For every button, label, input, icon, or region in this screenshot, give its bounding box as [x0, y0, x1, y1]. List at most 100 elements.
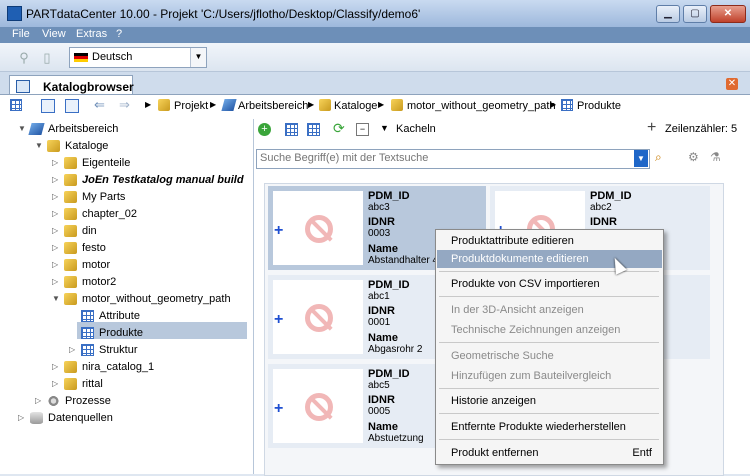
collapse-icon[interactable]: − [356, 123, 369, 136]
idnr-label: IDNR [368, 216, 395, 228]
filter-icon[interactable]: ⚗ [710, 150, 721, 164]
menu-separator [439, 439, 659, 440]
expand-plus-icon[interactable]: + [274, 311, 283, 329]
app-icon [7, 6, 22, 21]
tree-item-label: Prozesse [65, 395, 111, 407]
pdm-label: PDM_ID [368, 279, 410, 291]
breadcrumb-separator-icon: ▶ [378, 100, 385, 109]
expand-arrow-icon[interactable]: ▷ [52, 209, 61, 218]
breadcrumb-arbeitsbereich[interactable]: Arbeitsbereich [238, 100, 308, 112]
tree-toggle-icon[interactable] [10, 99, 22, 111]
browser-icon [16, 80, 30, 93]
back-icon[interactable]: ⇐ [94, 97, 105, 113]
tree-item-label: festo [82, 242, 106, 254]
catalog-icon [319, 99, 331, 111]
tree-item-label: motor2 [82, 276, 117, 288]
breadcrumb-separator-icon: ▶ [550, 100, 557, 109]
tab-katalogbrowser[interactable]: Katalogbrowser [9, 75, 134, 96]
menu-separator [439, 296, 659, 297]
close-tab-icon[interactable]: ✕ [726, 78, 738, 90]
search-dropdown-icon[interactable]: ▼ [634, 150, 648, 167]
menu-item-label: Entfernte Produkte wiederherstellen [451, 421, 626, 433]
close-button[interactable]: ✕ [710, 5, 746, 23]
menu-item-produkt-entfernen[interactable]: Produkt entfernen Entf [437, 444, 662, 462]
menu-separator [439, 271, 659, 272]
expand-arrow-icon[interactable]: ▷ [52, 243, 61, 252]
expand-arrow-icon[interactable]: ▷ [52, 362, 61, 371]
expand-arrow-icon[interactable]: ▷ [52, 379, 61, 388]
document-icon[interactable]: ▯ [38, 50, 56, 66]
search-input[interactable] [257, 150, 630, 166]
view-mode-chevron-icon[interactable]: ▼ [380, 123, 389, 133]
no-image-icon [305, 304, 333, 332]
breadcrumb-produkte[interactable]: Produkte [577, 100, 621, 112]
collapse-arrow-icon[interactable]: ▼ [35, 141, 44, 150]
split-view-icon[interactable] [65, 99, 79, 113]
expand-arrow-icon[interactable]: ▷ [35, 396, 44, 405]
link-icon[interactable]: ⚲ [15, 50, 33, 66]
collapse-arrow-icon[interactable]: ▼ [18, 124, 27, 133]
german-flag-icon [74, 53, 88, 62]
forward-icon[interactable]: ⇒ [119, 97, 130, 113]
search-run-icon[interactable]: ⌕ [655, 150, 662, 165]
database-icon [30, 412, 43, 424]
expand-arrow-icon[interactable]: ▷ [52, 226, 61, 235]
context-menu: Produktattribute editieren Produktdokume… [435, 229, 664, 465]
menu-item-produktdokumente[interactable]: Produktdokumente editieren [437, 250, 662, 268]
menu-item-shortcut: Entf [632, 447, 652, 459]
expand-arrow-icon[interactable]: ▷ [69, 345, 78, 354]
settings-gear-icon[interactable]: ⚙ [688, 150, 699, 164]
breadcrumb-catalog[interactable]: motor_without_geometry_path [407, 100, 556, 112]
menu-item-historie[interactable]: Historie anzeigen [437, 392, 662, 410]
add-icon[interactable]: + [258, 123, 271, 136]
pdm-value: abc5 [368, 380, 390, 391]
tree-item-label: JoEn Testkatalog manual build [82, 174, 244, 186]
breadcrumb-projekt[interactable]: Projekt [174, 100, 208, 112]
product-thumbnail [273, 191, 363, 265]
expand-arrow-icon[interactable]: ▷ [18, 413, 27, 422]
view-mode-label[interactable]: Kacheln [396, 123, 436, 135]
search-field[interactable] [256, 149, 650, 169]
product-thumbnail [273, 280, 363, 354]
folder-icon [64, 259, 77, 271]
tree-item-label: chapter_02 [82, 208, 138, 220]
expand-arrow-icon[interactable]: ▷ [52, 260, 61, 269]
menu-item-produktattribute[interactable]: Produktattribute editieren [437, 232, 662, 250]
idnr-value: 0005 [368, 406, 391, 417]
menu-item-label: Produkt entfernen [451, 447, 539, 459]
language-select[interactable]: Deutsch ▼ [69, 47, 207, 68]
menu-file[interactable]: File [12, 28, 30, 40]
menu-item-wiederherstellen[interactable]: Entfernte Produkte wiederherstellen [437, 418, 662, 436]
collapse-arrow-icon[interactable]: ▼ [52, 294, 61, 303]
expand-arrow-icon[interactable]: ▷ [52, 175, 61, 184]
row-counter-icon: + [647, 119, 657, 136]
chevron-down-icon[interactable]: ▼ [190, 48, 206, 67]
refresh-icon[interactable]: ⟳ [333, 120, 345, 137]
layout-icon[interactable] [41, 99, 55, 113]
grid-icon [81, 344, 94, 356]
minimize-button[interactable]: ▁ [656, 5, 680, 23]
expand-plus-icon[interactable]: + [274, 222, 283, 240]
copy-table-icon[interactable] [285, 123, 298, 136]
menu-item-label: Geometrische Suche [451, 350, 554, 362]
expand-arrow-icon[interactable]: ▷ [52, 158, 61, 167]
expand-plus-icon[interactable]: + [274, 400, 283, 418]
menu-view[interactable]: View [42, 28, 66, 40]
menu-item-label: Historie anzeigen [451, 395, 536, 407]
menu-extras[interactable]: Extras [76, 28, 107, 40]
menu-item-label: Produktattribute editieren [451, 235, 574, 247]
table-icon[interactable] [307, 123, 320, 136]
name-label: Name [368, 243, 398, 255]
menu-help[interactable]: ? [116, 28, 122, 40]
menu-item-csv-import[interactable]: Produkte von CSV importieren [437, 275, 662, 293]
expand-arrow-icon[interactable]: ▷ [52, 277, 61, 286]
breadcrumb-separator-icon: ▶ [210, 100, 217, 109]
expand-arrow-icon[interactable]: ▷ [52, 192, 61, 201]
folder-icon [64, 174, 77, 186]
breadcrumb-kataloge[interactable]: Kataloge [334, 100, 377, 112]
tree-item-label: Kataloge [65, 140, 109, 152]
catalog-folder-icon [391, 99, 403, 111]
name-value: Abgasrohr 2 [368, 344, 423, 355]
maximize-button[interactable]: ▢ [683, 5, 707, 23]
no-image-icon [305, 393, 333, 421]
